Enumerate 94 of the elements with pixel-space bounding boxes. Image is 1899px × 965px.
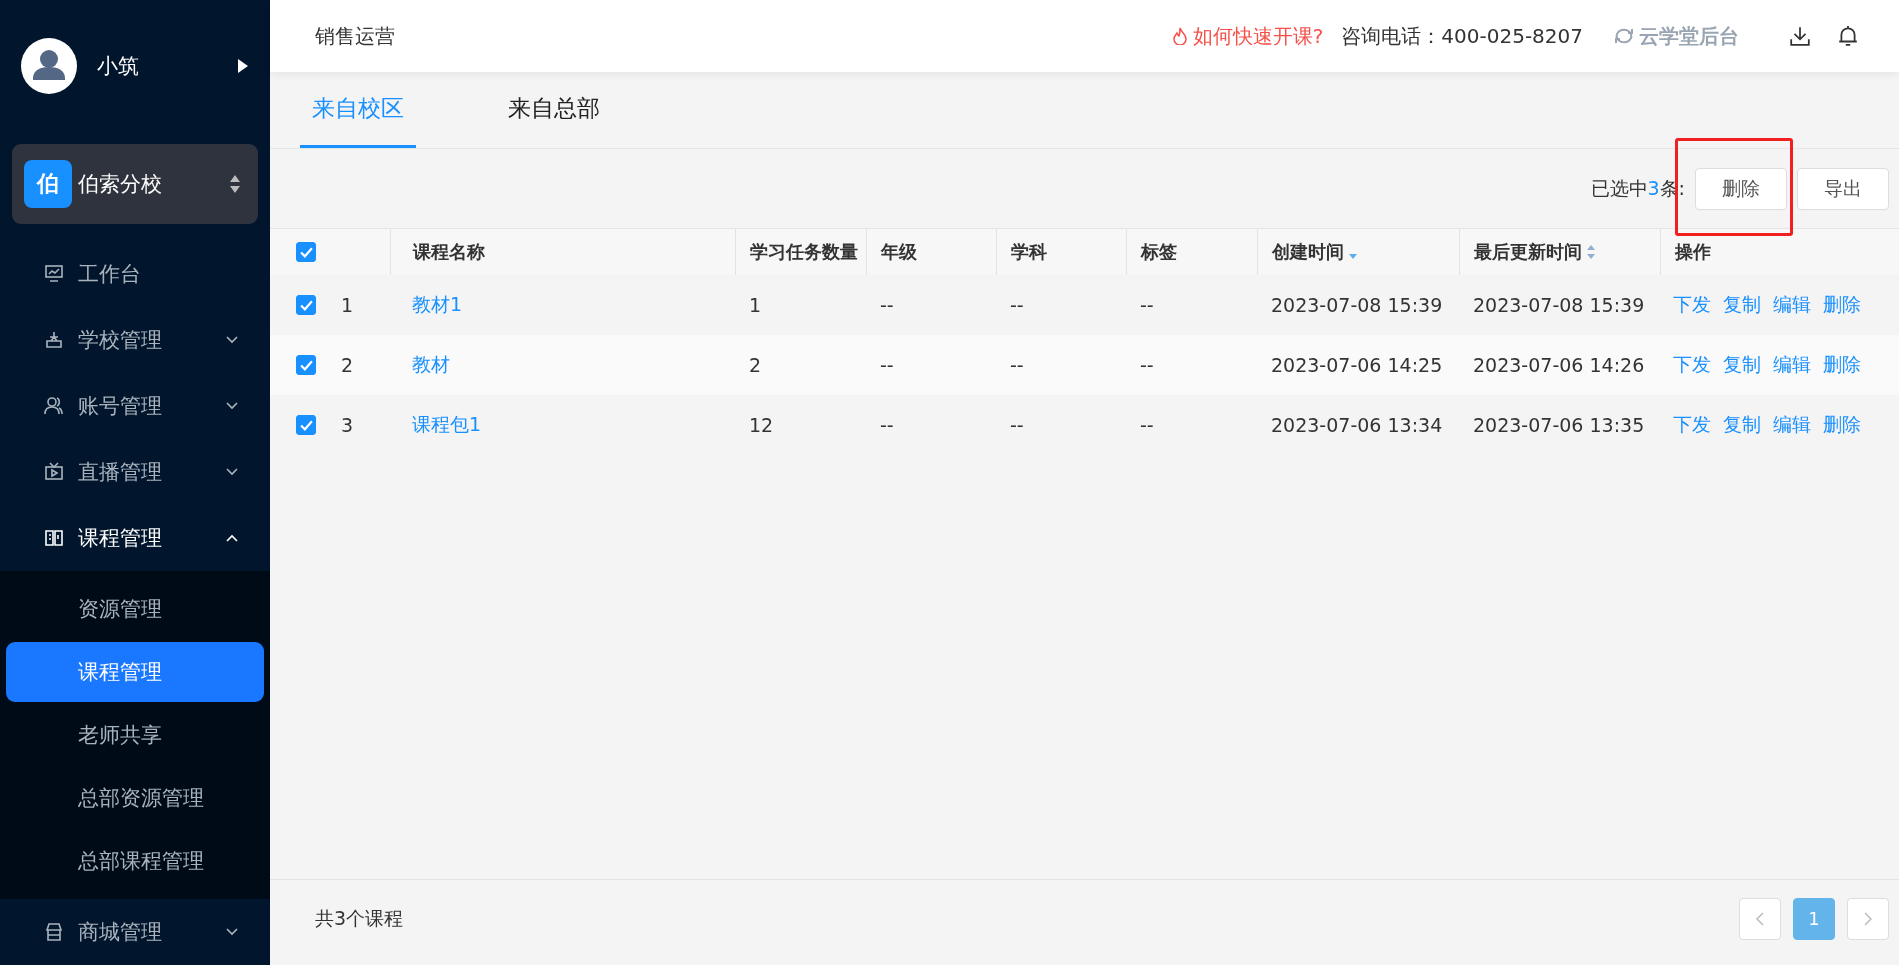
table-cell: -- <box>1010 294 1024 316</box>
table-cell: -- <box>1140 414 1154 436</box>
action-link[interactable]: 下发 <box>1673 292 1711 318</box>
sort-caret-icon <box>230 175 240 194</box>
book-icon <box>44 528 64 548</box>
table-cell: -- <box>1140 354 1154 376</box>
chevron-icon <box>226 534 238 542</box>
table-cell: -- <box>1140 294 1154 316</box>
total-count-text: 共3个课程 <box>315 905 405 931</box>
refresh-icon <box>1613 28 1635 44</box>
sidebar-subitem[interactable]: 老师共享 <box>6 705 264 765</box>
table-cell: 2023-07-06 14:25 <box>1271 354 1443 376</box>
course-name-link[interactable]: 教材1 <box>412 292 463 318</box>
sidebar-item[interactable]: 直播管理 <box>0 439 270 505</box>
table-cell: 2023-07-06 13:35 <box>1473 414 1645 436</box>
page-title: 销售运营 <box>315 22 396 50</box>
tab[interactable]: 来自总部 <box>496 72 612 148</box>
table-cell: 1 <box>749 294 762 316</box>
hotline-text: 咨询电话：400-025-8207 <box>1341 22 1583 50</box>
tab[interactable]: 来自校区 <box>300 72 416 148</box>
user-name: 小筑 <box>97 52 140 80</box>
monitor-icon <box>44 264 64 284</box>
row-number: 1 <box>341 294 354 316</box>
action-link[interactable]: 下发 <box>1673 412 1711 438</box>
row-checkbox[interactable] <box>296 295 316 315</box>
check-icon <box>299 299 313 311</box>
course-name-link[interactable]: 教材 <box>412 352 450 378</box>
row-checkbox[interactable] <box>296 415 316 435</box>
sidebar-item[interactable]: 工作台 <box>0 241 270 307</box>
table-cell: 2023-07-08 15:39 <box>1473 294 1645 316</box>
action-link[interactable]: 删除 <box>1823 352 1861 378</box>
course-name-link[interactable]: 课程包1 <box>412 412 482 438</box>
sidebar-item[interactable]: 商城管理 <box>0 899 270 965</box>
chevron-icon <box>226 468 238 476</box>
campus-switcher[interactable]: 伯 伯索分校 <box>12 144 258 224</box>
download-icon[interactable] <box>1789 25 1811 47</box>
sidebar-subitem[interactable]: 总部资源管理 <box>6 768 264 828</box>
table-cell: -- <box>1010 354 1024 376</box>
action-link[interactable]: 复制 <box>1723 412 1761 438</box>
table-cell: -- <box>1010 414 1024 436</box>
column-header: 标签 <box>1141 240 1177 264</box>
column-header: 年级 <box>881 240 917 264</box>
column-header: 学科 <box>1011 240 1047 264</box>
check-icon <box>299 246 313 258</box>
chevron-left-icon <box>1756 911 1764 926</box>
table-cell: 12 <box>749 414 774 436</box>
chevron-icon <box>226 336 238 344</box>
table-cell: 2 <box>749 354 762 376</box>
tv-icon <box>44 462 64 482</box>
bell-icon[interactable] <box>1837 25 1859 47</box>
sort-icon[interactable] <box>1586 244 1596 260</box>
table-cell: -- <box>880 294 894 316</box>
export-button[interactable]: 导出 <box>1797 167 1889 210</box>
table-cell: 2023-07-08 15:39 <box>1271 294 1443 316</box>
select-all-checkbox[interactable] <box>296 242 316 262</box>
sidebar-item[interactable]: 账号管理 <box>0 373 270 439</box>
table-cell: 2023-07-06 13:34 <box>1271 414 1443 436</box>
check-icon <box>299 359 313 371</box>
action-link[interactable]: 复制 <box>1723 352 1761 378</box>
column-header: 学习任务数量 <box>750 240 858 264</box>
sidebar-subitem[interactable]: 资源管理 <box>6 579 264 639</box>
users-icon <box>44 396 64 416</box>
avatar-icon <box>21 37 77 94</box>
chevron-icon <box>226 928 238 936</box>
action-link[interactable]: 复制 <box>1723 292 1761 318</box>
sidebar-item[interactable]: 学校管理 <box>0 307 270 373</box>
check-icon <box>299 419 313 431</box>
help-link[interactable]: 如何快速开课? <box>1192 22 1324 50</box>
row-number: 2 <box>341 354 354 376</box>
delete-button[interactable]: 删除 <box>1695 167 1787 210</box>
action-link[interactable]: 下发 <box>1673 352 1711 378</box>
table-cell: -- <box>880 354 894 376</box>
sidebar-subitem[interactable]: 课程管理 <box>6 642 264 702</box>
page-button[interactable]: 1 <box>1793 897 1835 940</box>
action-link[interactable]: 编辑 <box>1773 352 1811 378</box>
table-cell: 2023-07-06 14:26 <box>1473 354 1645 376</box>
row-checkbox[interactable] <box>296 355 316 375</box>
flame-icon <box>1172 27 1187 45</box>
action-link[interactable]: 删除 <box>1823 412 1861 438</box>
action-link[interactable]: 编辑 <box>1773 412 1811 438</box>
column-header: 课程名称 <box>413 240 485 264</box>
caret-icon[interactable] <box>238 58 248 73</box>
action-link[interactable]: 删除 <box>1823 292 1861 318</box>
column-header: 操作 <box>1675 240 1711 264</box>
chevron-right-icon <box>1864 911 1872 926</box>
sidebar-item[interactable]: 课程管理 <box>0 505 270 571</box>
column-header: 创建时间 <box>1272 240 1344 264</box>
chevron-icon <box>226 402 238 410</box>
table-cell: -- <box>880 414 894 436</box>
sidebar-subitem[interactable]: 总部课程管理 <box>6 831 264 891</box>
backend-link[interactable]: 云学堂后台 <box>1639 22 1739 50</box>
row-number: 3 <box>341 414 354 436</box>
column-header: 最后更新时间 <box>1474 240 1582 264</box>
action-link[interactable]: 编辑 <box>1773 292 1811 318</box>
